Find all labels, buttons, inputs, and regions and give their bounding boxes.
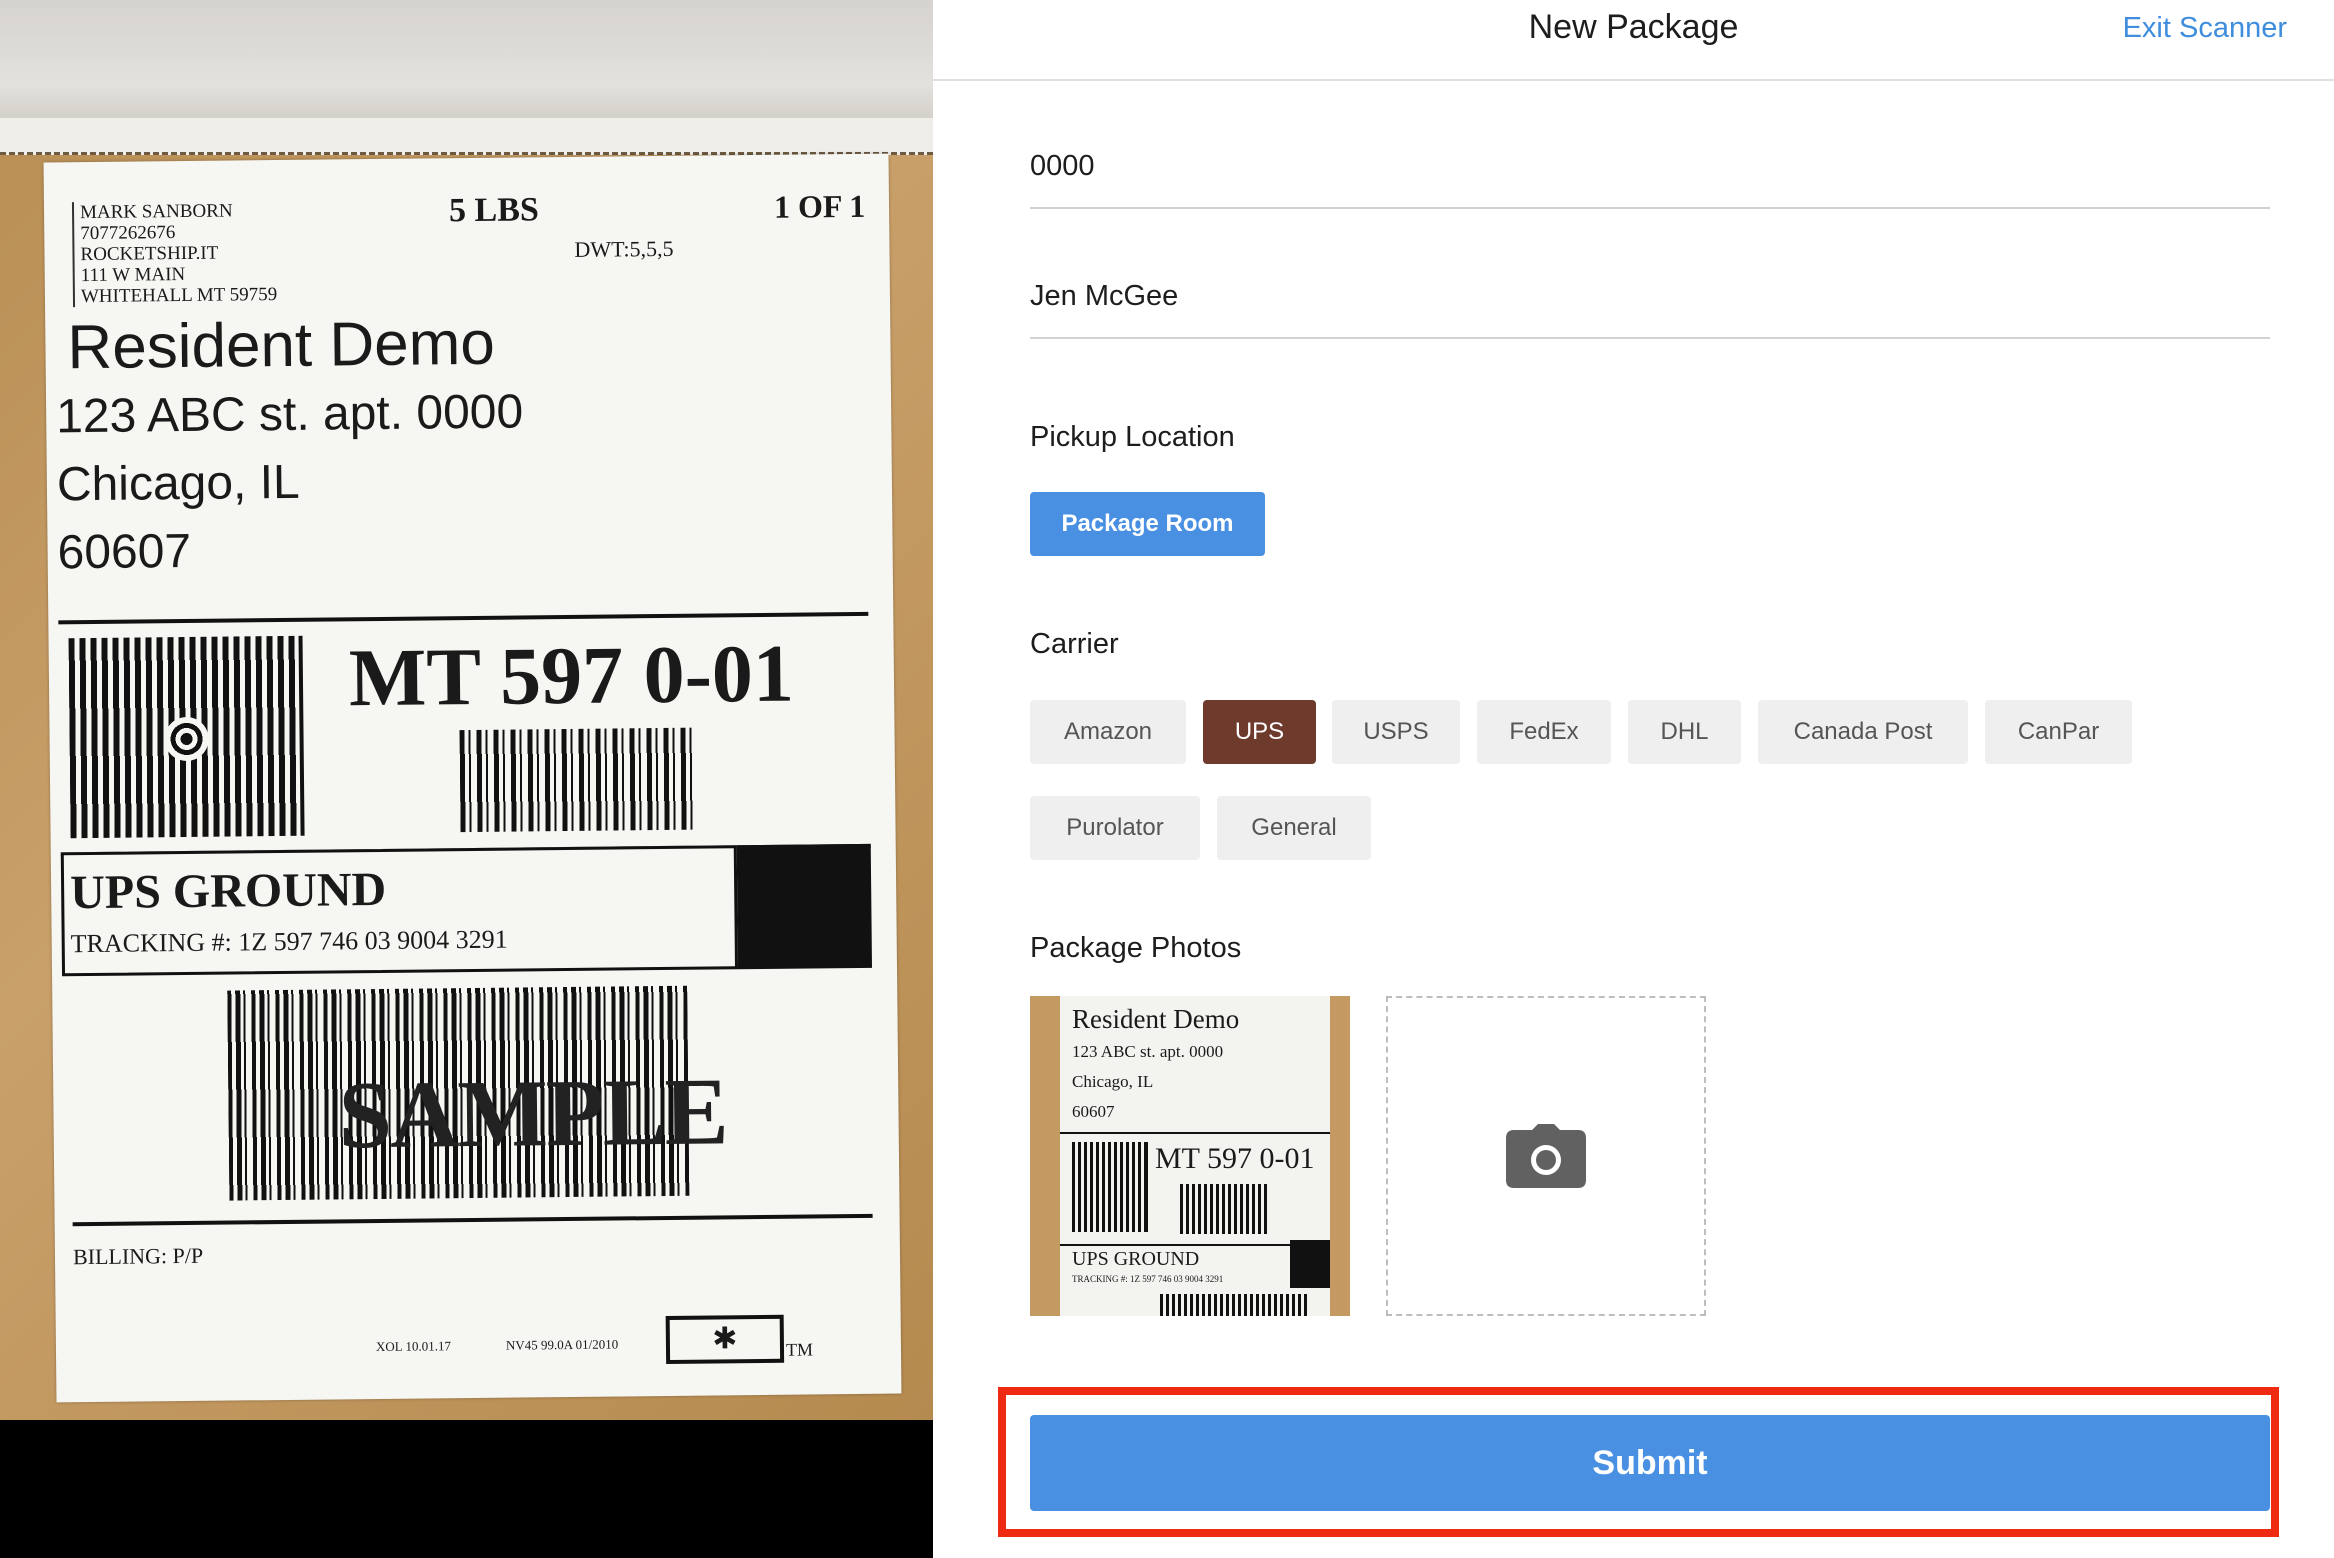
- thumbnail-label-image: Resident Demo 123 ABC st. apt. 0000 Chic…: [1060, 996, 1330, 1316]
- carrier-dhl-button[interactable]: DHL: [1628, 700, 1741, 764]
- thumbnail-address-line: Chicago, IL: [1072, 1072, 1154, 1091]
- label-sender-line: 111 W MAIN: [80, 263, 186, 287]
- label-service-box: UPS GROUND TRACKING #: 1Z 597 746 03 900…: [60, 845, 739, 977]
- add-photo-button[interactable]: [1386, 996, 1706, 1316]
- label-sender-block: MARK SANBORN 7077262676 ROCKETSHIP.IT 11…: [71, 200, 278, 308]
- carrier-canpar-button[interactable]: CanPar: [1985, 700, 2132, 764]
- pickup-location-label: Pickup Location: [1030, 421, 1235, 453]
- carrier-fedex-button[interactable]: FedEx: [1477, 700, 1611, 764]
- thumbnail-route-code: MT 597 0-01: [1155, 1142, 1315, 1175]
- carrier-amazon-button[interactable]: Amazon: [1030, 700, 1186, 764]
- scanner-camera-view: MARK SANBORN 7077262676 ROCKETSHIP.IT 11…: [0, 0, 933, 1558]
- thumbnail-tracking-barcode: [1160, 1294, 1310, 1316]
- label-tracking-number: TRACKING #: 1Z 597 746 03 9004 3291: [70, 924, 508, 959]
- label-address-line: Chicago, IL: [56, 455, 300, 512]
- thumbnail-recipient-name: Resident Demo: [1072, 1004, 1240, 1034]
- label-route-barcode: [459, 727, 696, 833]
- carrier-general-button[interactable]: General: [1217, 796, 1371, 860]
- maxicode-bullseye: [164, 716, 209, 762]
- camera-tape-strip: [0, 118, 933, 155]
- carrier-ups-button[interactable]: UPS: [1203, 700, 1316, 764]
- nav-bar: New Package Exit Scanner: [933, 0, 2334, 81]
- camera-icon: [1506, 1124, 1586, 1188]
- label-service-indicator: [736, 843, 873, 970]
- label-billing: BILLING: P/P: [72, 1213, 874, 1271]
- label-trademark: TM: [785, 1339, 814, 1360]
- pickup-package-room-button[interactable]: Package Room: [1030, 492, 1265, 556]
- thumbnail-routing-section: MT 597 0-01: [1060, 1132, 1330, 1246]
- package-photos-label: Package Photos: [1030, 932, 1242, 964]
- label-footer-code: NV45 99.0A 01/2010: [505, 1336, 619, 1353]
- thumbnail-maxicode: [1072, 1142, 1148, 1232]
- carrier-label: Carrier: [1030, 628, 1119, 660]
- carrier-usps-button[interactable]: USPS: [1332, 700, 1460, 764]
- label-sender-line: ROCKETSHIP.IT: [80, 242, 219, 266]
- thumbnail-address-line: 123 ABC st. apt. 0000: [1072, 1042, 1224, 1061]
- label-maxicode: [68, 635, 305, 839]
- recipient-name-input[interactable]: Jen McGee: [1030, 280, 2270, 339]
- label-address-line: 123 ABC st. apt. 0000: [55, 385, 524, 444]
- label-route-code: MT 597 0-01: [348, 627, 795, 724]
- label-routing-section: MT 597 0-01: [58, 611, 871, 857]
- label-sample-watermark: SAMPLE: [337, 1057, 728, 1169]
- label-service-section: UPS GROUND TRACKING #: 1Z 597 746 03 900…: [60, 843, 873, 977]
- label-weight: 5 LBS: [448, 191, 540, 230]
- label-dwt: DWT:5,5,5: [574, 235, 674, 262]
- label-logo-box: ✱: [665, 1314, 785, 1365]
- tracking-input[interactable]: 0000: [1030, 150, 2270, 209]
- thumbnail-tracking-number: TRACKING #: 1Z 597 746 03 9004 3291: [1072, 1274, 1224, 1284]
- label-sender-line: MARK SANBORN: [79, 200, 233, 224]
- carrier-purolator-button[interactable]: Purolator: [1030, 796, 1200, 860]
- package-photo-thumbnail[interactable]: Resident Demo 123 ABC st. apt. 0000 Chic…: [1030, 996, 1350, 1316]
- thumbnail-route-barcode: [1180, 1184, 1270, 1234]
- scanned-shipping-label: MARK SANBORN 7077262676 ROCKETSHIP.IT 11…: [43, 153, 902, 1403]
- label-footer-code: XOL 10.01.17: [375, 1338, 452, 1355]
- label-recipient-address: Resident Demo 123 ABC st. apt. 0000 Chic…: [55, 307, 525, 587]
- label-recipient-name: Resident Demo: [67, 308, 496, 383]
- label-page-count: 1 OF 1: [773, 187, 866, 225]
- thumbnail-service-indicator: [1290, 1240, 1330, 1288]
- thumbnail-service-name: UPS GROUND: [1072, 1248, 1200, 1270]
- label-sender-line: 7077262676: [80, 222, 176, 245]
- new-package-form: New Package Exit Scanner 0000 Jen McGee …: [933, 0, 2334, 1558]
- exit-scanner-button[interactable]: Exit Scanner: [2123, 12, 2287, 45]
- label-address-line: 60607: [57, 524, 192, 580]
- submit-button[interactable]: Submit: [1030, 1415, 2270, 1511]
- label-service-name: UPS GROUND: [69, 862, 387, 920]
- thumbnail-address-line: 60607: [1072, 1102, 1115, 1121]
- label-sender-line: WHITEHALL MT 59759: [80, 284, 278, 308]
- carrier-canada-post-button[interactable]: Canada Post: [1758, 700, 1968, 764]
